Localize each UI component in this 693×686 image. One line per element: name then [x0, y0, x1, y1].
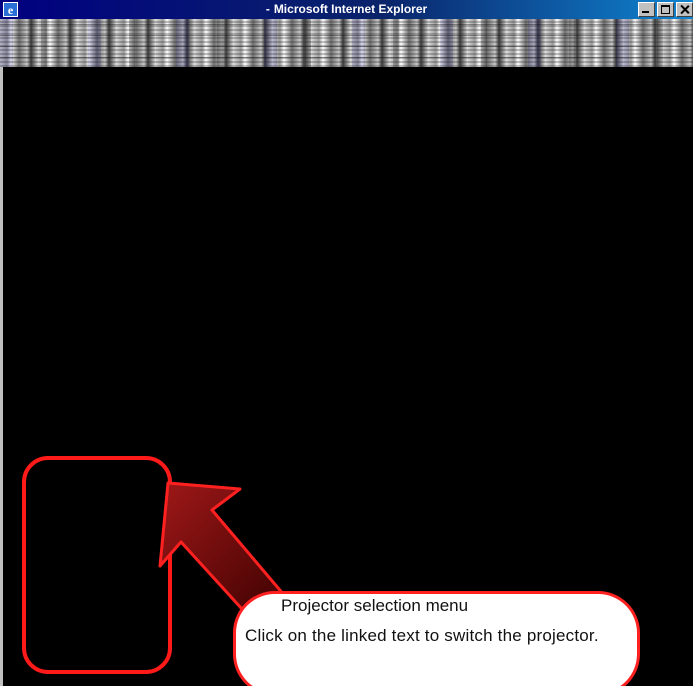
title-label: Microsoft Internet Explorer [273, 2, 428, 16]
callout-body: Click on the linked text to switch the p… [245, 626, 599, 645]
projector-menu-highlight [22, 456, 172, 674]
title-bar[interactable]: e - Microsoft Internet Explorer [0, 0, 693, 19]
maximize-icon[interactable] [657, 2, 674, 17]
window-title: - Microsoft Internet Explorer [0, 2, 693, 16]
browser-window: e - Microsoft Internet Explorer Projector… [0, 0, 693, 686]
toolbar-distortion [0, 19, 693, 67]
close-icon[interactable] [676, 2, 693, 17]
window-controls [636, 2, 693, 17]
callout-title: Projector selection menu [281, 596, 469, 615]
title-prefix: - [265, 2, 270, 16]
minimize-icon[interactable] [638, 2, 655, 17]
